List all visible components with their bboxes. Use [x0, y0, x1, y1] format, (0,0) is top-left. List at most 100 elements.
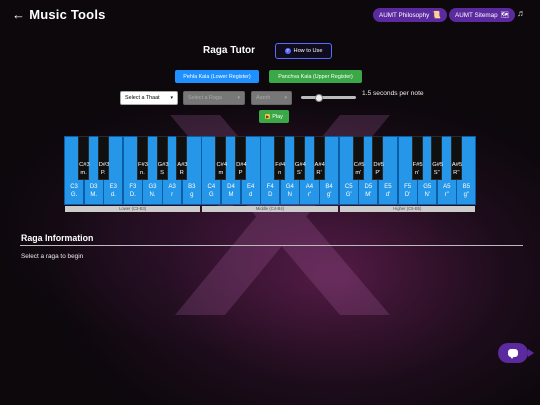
- black-key[interactable]: D#3 P.: [97, 136, 110, 180]
- key-note: E5: [384, 184, 392, 190]
- black-key[interactable]: F#4 n: [274, 136, 286, 180]
- chat-button[interactable]: [498, 343, 528, 363]
- speed-readout: 1.5 seconds per note: [362, 90, 424, 97]
- key-swara: G: [209, 192, 214, 198]
- back-arrow-icon[interactable]: ←: [12, 7, 25, 22]
- key-label: C5 G': [340, 183, 358, 199]
- play-button[interactable]: ▶ Play: [259, 110, 289, 123]
- raga-info-title: Raga Information: [21, 233, 94, 243]
- key-note: A5: [443, 184, 451, 190]
- key-note: A3: [168, 184, 176, 190]
- black-key[interactable]: C#4 m: [215, 136, 228, 180]
- chevron-down-icon: ▾: [237, 95, 240, 101]
- key-label: G4 N: [281, 183, 299, 199]
- key-note: D4: [227, 184, 235, 190]
- key-label: B3 g: [183, 183, 201, 199]
- key-label: F4 D: [261, 183, 279, 199]
- thaat-select[interactable]: Select a Thaat ▾: [120, 91, 178, 105]
- key-label: D5 M': [359, 183, 377, 199]
- key-swara: R': [316, 170, 322, 176]
- key-note: F5: [404, 184, 412, 190]
- key-label: F5 D': [399, 183, 417, 199]
- key-label: A#4 R': [315, 161, 325, 177]
- key-label: D#3 P.: [98, 161, 110, 177]
- key-swara: P.: [100, 170, 106, 176]
- aaroh-select-value: Aaroh: [256, 95, 271, 101]
- black-key[interactable]: F#5 n': [411, 136, 423, 180]
- key-note: D#3: [98, 162, 110, 168]
- key-note: F#4: [275, 162, 286, 168]
- black-key[interactable]: F#3 n.: [136, 136, 148, 180]
- key-swara: M: [228, 192, 234, 198]
- key-swara: M.: [90, 192, 97, 198]
- raga-info-text: Select a raga to begin: [21, 253, 84, 260]
- how-to-use-button[interactable]: ? How to Use: [275, 43, 332, 59]
- key-swara: d.: [110, 192, 116, 198]
- key-swara: S: [160, 170, 165, 176]
- background-logo: [170, 115, 390, 315]
- key-swara: N.: [149, 192, 156, 198]
- key-note: C#3: [79, 162, 90, 168]
- key-swara: d: [248, 192, 253, 198]
- key-swara: n.: [140, 170, 145, 176]
- raga-select[interactable]: Select a Raga ▾: [183, 91, 245, 105]
- key-label: F3 D.: [124, 183, 142, 199]
- upper-register-button[interactable]: Panchva Kala (Upper Register): [269, 70, 362, 83]
- key-swara: G.: [70, 192, 78, 198]
- key-note: B5: [462, 184, 471, 190]
- black-key[interactable]: G#5 S'': [431, 136, 443, 180]
- key-label: B4 g': [320, 183, 338, 199]
- app-title[interactable]: ← Music Tools: [12, 7, 106, 22]
- play-icon: ▶: [265, 114, 271, 119]
- key-label: F#3 n.: [138, 161, 148, 177]
- slider-handle[interactable]: [315, 93, 323, 102]
- top-bar: ← Music Tools AUMT Philosophy 📜 AUMT Site…: [0, 0, 540, 30]
- black-key[interactable]: A#4 R': [313, 136, 325, 180]
- key-swara: P': [375, 170, 381, 176]
- key-swara: M': [365, 192, 372, 198]
- key-swara: G': [345, 192, 352, 198]
- key-label: G5 N': [418, 183, 436, 199]
- octave-label: Lower (C3-B3): [65, 206, 201, 212]
- key-note: F3: [129, 184, 137, 190]
- key-swara: m': [355, 170, 362, 176]
- key-swara: m: [218, 170, 224, 176]
- key-label: D#4 P: [236, 161, 247, 177]
- philosophy-button[interactable]: AUMT Philosophy 📜: [373, 8, 447, 22]
- key-swara: g': [326, 192, 332, 198]
- key-note: E4: [246, 184, 255, 190]
- thaat-select-value: Select a Thaat: [125, 95, 160, 101]
- key-note: E3: [109, 184, 117, 190]
- key-label: D#5 P': [373, 161, 384, 177]
- key-swara: r: [171, 192, 174, 198]
- key-label: F#5 n': [413, 161, 423, 177]
- black-key[interactable]: D#4 P: [235, 136, 247, 180]
- speed-slider[interactable]: [301, 93, 356, 102]
- octave-label: Higher (C5-B5): [339, 206, 475, 212]
- key-note: B3: [188, 184, 196, 190]
- key-note: B4: [325, 184, 333, 190]
- piano-keyboard: C3 G. D3 M. E3 d. F3 D. G3 N. A3 r B3 g C4 G D4 M E4 d F4 D G4…: [64, 136, 477, 205]
- key-swara: g'': [463, 192, 470, 198]
- black-key[interactable]: A#5 R'': [450, 136, 462, 180]
- page-title: Raga Tutor: [203, 45, 256, 56]
- key-note: D3: [89, 184, 98, 190]
- key-label: G#3 S: [158, 161, 169, 177]
- black-key[interactable]: D#5 P': [372, 136, 384, 180]
- black-key[interactable]: C#3 m.: [78, 136, 90, 180]
- key-label: A5 r'': [438, 183, 456, 199]
- sitemap-button[interactable]: AUMT Sitemap 🗺: [449, 8, 516, 22]
- aaroh-select[interactable]: Aaroh ▾: [251, 91, 292, 105]
- map-icon: 🗺: [500, 12, 510, 19]
- music-note-icon[interactable]: ♬: [517, 8, 526, 18]
- key-label: D4 M: [222, 183, 240, 199]
- black-key[interactable]: A#3 R: [176, 136, 188, 180]
- lower-register-button[interactable]: Pehla Kala (Lower Register): [175, 70, 259, 83]
- scroll-icon: 📜: [432, 12, 441, 19]
- key-note: A#3: [177, 162, 188, 168]
- key-note: C#4: [216, 162, 228, 168]
- black-key[interactable]: C#5 m': [352, 136, 364, 180]
- black-key[interactable]: G#4 S': [293, 136, 306, 180]
- key-note: G3: [148, 184, 157, 190]
- black-key[interactable]: G#3 S: [156, 136, 169, 180]
